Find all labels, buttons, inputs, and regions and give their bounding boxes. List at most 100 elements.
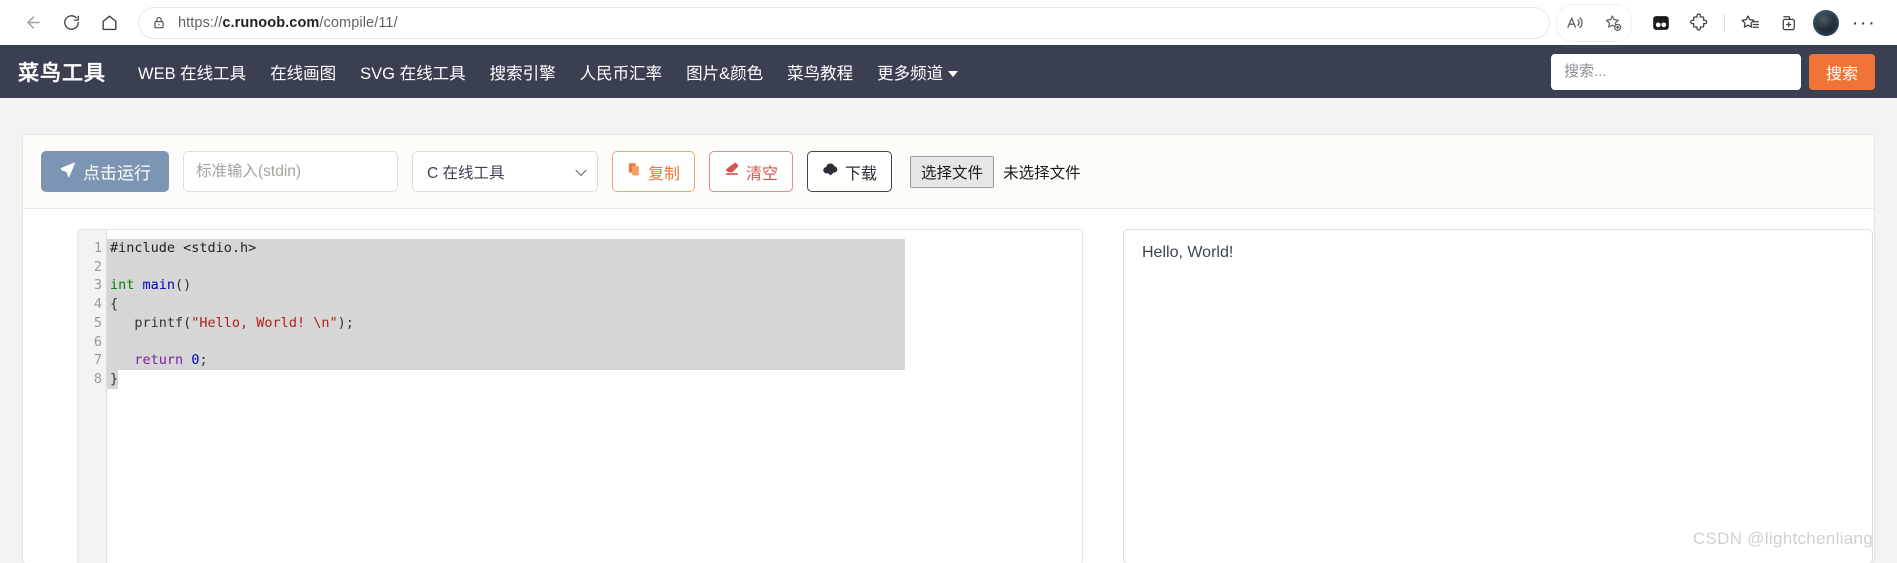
clear-button-label: 清空 bbox=[746, 165, 779, 183]
nav-item-label: SVG 在线工具 bbox=[360, 64, 466, 83]
search-input[interactable] bbox=[1551, 53, 1801, 90]
code-token: main bbox=[142, 277, 176, 294]
code-editor[interactable]: 1 2 3 4 5 6 7 8 #include <stdio.h> int m… bbox=[77, 229, 1083, 563]
url-text: https://c.runoob.com/compile/11/ bbox=[178, 14, 398, 31]
line-number: 1 bbox=[93, 240, 102, 256]
read-aloud-icon[interactable] bbox=[1556, 4, 1594, 42]
run-button[interactable]: 点击运行 bbox=[41, 151, 169, 192]
download-button-label: 下载 bbox=[845, 165, 878, 183]
add-favorite-star-icon[interactable] bbox=[1594, 4, 1632, 42]
chevron-down-icon bbox=[575, 164, 587, 176]
line-number: 3 bbox=[93, 277, 102, 294]
code-line: int main() bbox=[107, 276, 1082, 295]
line-number: 6 bbox=[93, 333, 102, 350]
stdin-input[interactable] bbox=[183, 151, 398, 192]
avatar bbox=[1813, 9, 1839, 36]
back-button[interactable] bbox=[14, 4, 52, 42]
file-picker: 选择文件 未选择文件 bbox=[910, 155, 1081, 188]
reload-button[interactable] bbox=[52, 4, 90, 42]
nav-item-label: 更多频道 bbox=[877, 64, 944, 83]
language-select[interactable]: C 在线工具 bbox=[412, 151, 598, 192]
copy-button-label: 复制 bbox=[648, 165, 681, 183]
nav-item-label: WEB 在线工具 bbox=[138, 64, 247, 83]
favorites-list-icon[interactable] bbox=[1731, 4, 1769, 42]
compiler-card: 点击运行 C 在线工具 复制 清空 bbox=[22, 134, 1875, 563]
browser-actions: ··· bbox=[1556, 3, 1883, 42]
nav-item-online-draw[interactable]: 在线画图 bbox=[258, 60, 348, 84]
code-text-area[interactable]: #include <stdio.h> int main(){ printf("H… bbox=[107, 230, 1082, 563]
search-button[interactable]: 搜索 bbox=[1809, 53, 1875, 90]
output-text: Hello, World! bbox=[1142, 244, 1234, 261]
home-button[interactable] bbox=[90, 4, 128, 42]
line-number: 5 bbox=[93, 314, 102, 331]
nav-item-label: 在线画图 bbox=[270, 64, 337, 83]
address-bar[interactable]: https://c.runoob.com/compile/11/ bbox=[138, 6, 1550, 39]
nav-item-search-engine[interactable]: 搜索引擎 bbox=[478, 60, 568, 84]
nav-item-web-tools[interactable]: WEB 在线工具 bbox=[126, 60, 258, 84]
line-number: 8 bbox=[93, 370, 102, 387]
code-token: { bbox=[110, 296, 119, 313]
profile-avatar-icon[interactable] bbox=[1807, 4, 1845, 42]
file-status-label: 未选择文件 bbox=[1003, 164, 1081, 182]
cloud-download-icon bbox=[822, 161, 839, 183]
page-body: 点击运行 C 在线工具 复制 清空 bbox=[0, 98, 1897, 563]
nav-item-more-channels[interactable]: 更多频道 bbox=[865, 60, 970, 84]
code-line: #include <stdio.h> bbox=[107, 239, 1082, 258]
line-number-gutter: 1 2 3 4 5 6 7 8 bbox=[78, 230, 107, 563]
nav-item-label: 人民币汇率 bbox=[579, 64, 663, 83]
nav-item-image-color[interactable]: 图片&颜色 bbox=[674, 60, 775, 84]
extensions-puzzle-icon[interactable] bbox=[1680, 4, 1718, 42]
nav-item-label: 图片&颜色 bbox=[686, 64, 764, 83]
nav-item-rmb-rate[interactable]: 人民币汇率 bbox=[568, 60, 675, 84]
run-button-label: 点击运行 bbox=[83, 164, 151, 183]
browser-toolbar: https://c.runoob.com/compile/11/ ··· bbox=[0, 0, 1897, 45]
nav-item-label: 菜鸟教程 bbox=[787, 64, 854, 83]
split-screen-icon[interactable] bbox=[1642, 4, 1680, 42]
code-token: "Hello, World! \n" bbox=[191, 314, 338, 331]
copy-button[interactable]: 复制 bbox=[612, 151, 696, 192]
site-search: 搜索 bbox=[1551, 53, 1875, 90]
code-token: ); bbox=[337, 314, 354, 331]
site-logo[interactable]: 菜鸟工具 bbox=[18, 57, 106, 87]
site-navigation-bar: 菜鸟工具 WEB 在线工具 在线画图 SVG 在线工具 搜索引擎 人民币汇率 图… bbox=[0, 45, 1897, 98]
more-options-ellipsis-icon[interactable]: ··· bbox=[1845, 4, 1883, 42]
toolbar-divider bbox=[1724, 13, 1725, 32]
code-token: #include <stdio.h> bbox=[110, 240, 257, 256]
line-number: 2 bbox=[93, 258, 102, 275]
code-token: } bbox=[110, 370, 119, 387]
code-token: printf( bbox=[110, 314, 192, 331]
code-line: return 0; bbox=[107, 351, 1082, 370]
code-line: } bbox=[107, 370, 1082, 389]
nav-item-label: 搜索引擎 bbox=[489, 64, 556, 83]
eraser-icon bbox=[724, 161, 740, 182]
language-select-value: C 在线工具 bbox=[427, 164, 505, 182]
code-token: return bbox=[134, 352, 184, 369]
chevron-down-icon bbox=[948, 70, 959, 77]
address-actions-group bbox=[1556, 3, 1632, 42]
code-token: int bbox=[110, 277, 143, 294]
compiler-toolbar: 点击运行 C 在线工具 复制 清空 bbox=[23, 135, 1874, 209]
nav-menu: WEB 在线工具 在线画图 SVG 在线工具 搜索引擎 人民币汇率 图片&颜色 … bbox=[126, 60, 970, 84]
nav-item-svg-tools[interactable]: SVG 在线工具 bbox=[348, 60, 477, 84]
line-number: 4 bbox=[93, 296, 102, 313]
code-line: { bbox=[107, 295, 1082, 314]
lock-icon bbox=[152, 15, 166, 30]
code-lines: #include <stdio.h> int main(){ printf("H… bbox=[107, 239, 1082, 389]
paper-plane-icon bbox=[59, 161, 76, 183]
code-token: () bbox=[175, 277, 192, 294]
ellipsis-glyph: ··· bbox=[1851, 11, 1877, 34]
choose-file-button[interactable]: 选择文件 bbox=[910, 155, 995, 188]
copy-clipboard-icon bbox=[627, 162, 642, 182]
code-token: ; bbox=[199, 352, 208, 369]
output-panel[interactable]: Hello, World! bbox=[1123, 229, 1873, 563]
download-button[interactable]: 下载 bbox=[807, 151, 893, 192]
nav-item-runoob-tutorial[interactable]: 菜鸟教程 bbox=[775, 60, 865, 84]
line-number: 7 bbox=[93, 352, 102, 369]
code-line: printf("Hello, World! \n"); bbox=[107, 314, 1082, 333]
editor-output-area: 1 2 3 4 5 6 7 8 #include <stdio.h> int m… bbox=[23, 209, 1874, 563]
clear-button[interactable]: 清空 bbox=[709, 151, 794, 192]
collections-add-icon[interactable] bbox=[1769, 4, 1807, 42]
